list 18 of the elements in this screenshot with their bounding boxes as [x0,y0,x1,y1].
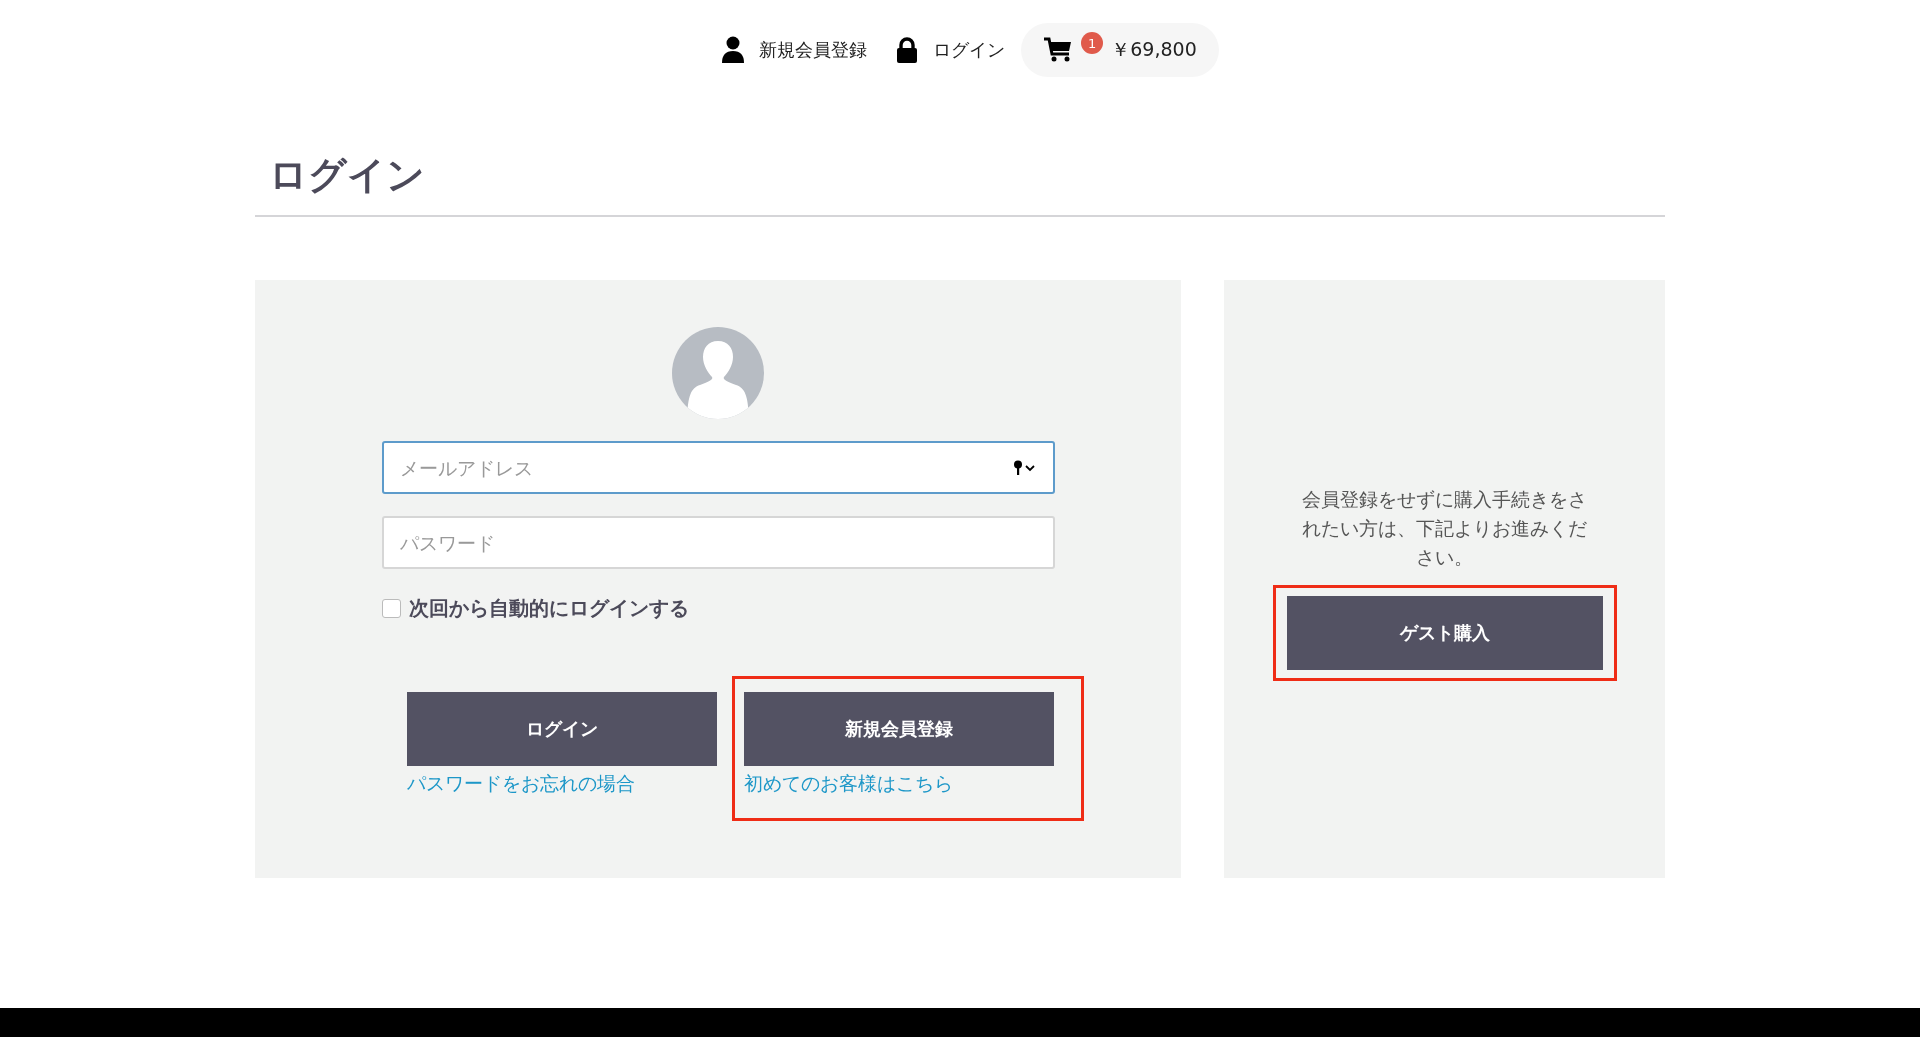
cart-button[interactable]: 1 ￥69,800 [1021,23,1219,77]
checkbox-label: 次回から自動的にログインする [408,595,689,622]
guest-description: 会員登録をせずに購入手続きをされたい方は、下記よりお進みください。 [1301,487,1588,570]
cart-count-badge: 1 [1081,32,1104,54]
nav-link[interactable]: 新規会員登録 [721,36,868,64]
avatar-icon [672,327,764,419]
guest-purchase-button[interactable]: ゲスト購入 [1286,596,1603,670]
cart-icon [1043,37,1074,63]
cart-total: ￥69,800 [1111,37,1197,62]
lock-icon [895,36,920,64]
action-button[interactable]: ログイン [406,692,717,766]
email-field[interactable]: メールアドレス [381,441,1055,494]
page-title: ログイン [269,152,426,199]
nav-link[interactable]: ログイン [895,36,1006,64]
password-field[interactable]: パスワード [381,516,1055,569]
checkbox[interactable] [381,599,401,618]
person-icon [721,36,746,64]
action-button[interactable]: 新規会員登録 [743,692,1054,766]
